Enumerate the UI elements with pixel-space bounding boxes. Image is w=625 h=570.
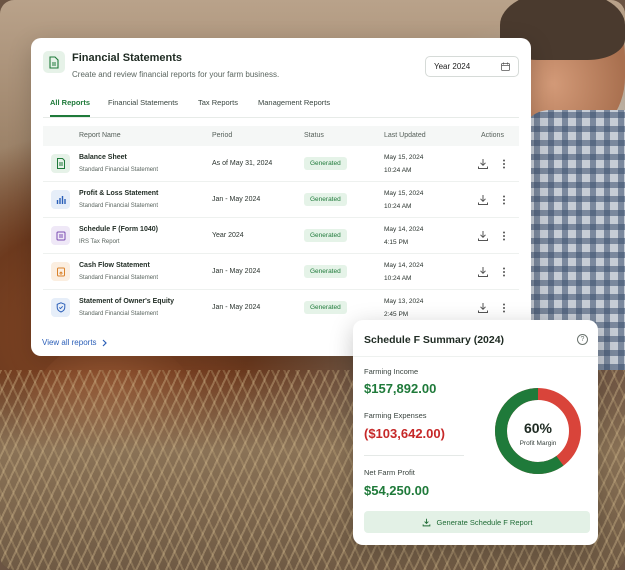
table-row[interactable]: Balance Sheet Standard Financial Stateme…: [43, 146, 519, 182]
report-type: Standard Financial Statement: [79, 203, 159, 209]
more-options-icon[interactable]: [498, 302, 510, 314]
report-type: IRS Tax Report: [79, 239, 120, 245]
status-badge: Generated: [304, 301, 347, 314]
farming-expenses-label: Farming Expenses: [364, 411, 427, 420]
page-subtitle: Create and review financial reports for …: [72, 70, 280, 79]
download-icon[interactable]: [477, 266, 489, 278]
updated-date: May 14, 2024: [384, 262, 424, 269]
report-period: Jan - May 2024: [212, 304, 261, 311]
tab-all-reports[interactable]: All Reports: [50, 98, 91, 117]
farming-expenses-value: ($103,642.00): [364, 426, 445, 441]
report-name: Statement of Owner's Equity: [79, 298, 175, 305]
updated-date: May 15, 2024: [384, 190, 424, 197]
col-actions: Actions: [481, 132, 504, 139]
financial-statements-card: Financial Statements Create and review f…: [31, 38, 531, 356]
schedule-f-title: Schedule F Summary (2024): [364, 334, 505, 346]
col-last-updated: Last Updated: [384, 132, 426, 139]
table-row[interactable]: Schedule F (Form 1040) IRS Tax Report Ye…: [43, 218, 519, 254]
download-icon[interactable]: [477, 302, 489, 314]
report-name: Schedule F (Form 1040): [79, 226, 158, 233]
bar-chart-icon: [51, 190, 70, 209]
table-header: Report Name Period Status Last Updated A…: [43, 126, 519, 146]
status-badge: Generated: [304, 229, 347, 242]
tab-management-reports[interactable]: Management Reports: [258, 98, 330, 115]
updated-time: 10:24 AM: [384, 203, 412, 210]
updated-date: May 15, 2024: [384, 154, 424, 161]
updated-time: 10:24 AM: [384, 167, 412, 174]
tab-tax-reports[interactable]: Tax Reports: [198, 98, 238, 115]
updated-date: May 14, 2024: [384, 226, 424, 233]
view-all-label: View all reports: [42, 338, 97, 347]
sheet-icon: [51, 154, 70, 173]
net-farm-profit-label: Net Farm Profit: [364, 468, 415, 477]
updated-date: May 13, 2024: [384, 298, 424, 305]
report-period: Jan - May 2024: [212, 196, 261, 203]
report-period: Jan - May 2024: [212, 268, 261, 275]
document-icon: [43, 51, 65, 73]
col-report-name: Report Name: [79, 132, 121, 139]
year-select-value: Year 2024: [434, 62, 471, 71]
col-status: Status: [304, 132, 324, 139]
report-type: Standard Financial Statement: [79, 311, 159, 317]
tab-financial-statements[interactable]: Financial Statements: [108, 98, 178, 115]
download-icon[interactable]: [477, 194, 489, 206]
report-type: Standard Financial Statement: [79, 167, 159, 173]
chevron-right-icon: [102, 339, 107, 346]
question-circle-icon[interactable]: ?: [577, 334, 588, 345]
status-badge: Generated: [304, 265, 347, 278]
farming-income-value: $157,892.00: [364, 381, 437, 396]
updated-time: 2:45 PM: [384, 311, 409, 318]
shield-check-icon: [51, 298, 70, 317]
more-options-icon[interactable]: [498, 230, 510, 242]
farming-income-label: Farming Income: [364, 367, 419, 376]
generate-button-label: Generate Schedule F Report: [436, 517, 533, 527]
report-period: Year 2024: [212, 232, 244, 239]
net-farm-profit-value: $54,250.00: [364, 483, 430, 498]
report-name: Profit & Loss Statement: [79, 190, 159, 197]
updated-time: 10:24 AM: [384, 275, 412, 282]
report-period: As of May 31, 2024: [212, 160, 273, 167]
download-icon[interactable]: [477, 158, 489, 170]
view-all-reports-link[interactable]: View all reports: [42, 338, 108, 347]
profit-margin-label: Profit Margin: [520, 440, 557, 447]
col-period: Period: [212, 132, 233, 139]
divider: [353, 356, 598, 357]
profit-margin-donut: 60% Profit Margin: [495, 388, 581, 474]
cash-flow-icon: [51, 262, 70, 281]
form-icon: [51, 226, 70, 245]
more-options-icon[interactable]: [498, 194, 510, 206]
more-options-icon[interactable]: [498, 158, 510, 170]
year-select[interactable]: Year 2024: [425, 56, 519, 77]
table-row[interactable]: Profit & Loss Statement Standard Financi…: [43, 182, 519, 218]
download-icon: [422, 518, 430, 526]
more-options-icon[interactable]: [498, 266, 510, 278]
updated-time: 4:15 PM: [384, 239, 409, 246]
page-title: Financial Statements: [72, 52, 183, 64]
download-icon[interactable]: [477, 230, 489, 242]
profit-margin-value: 60%: [524, 420, 553, 436]
status-badge: Generated: [304, 193, 347, 206]
report-type: Standard Financial Statement: [79, 275, 159, 281]
schedule-f-summary-card: Schedule F Summary (2024) ? Farming Inco…: [353, 320, 598, 545]
report-name: Cash Flow Statement: [79, 262, 150, 269]
generate-schedule-f-button[interactable]: Generate Schedule F Report: [364, 511, 590, 533]
calendar-icon: [501, 62, 510, 71]
table-row[interactable]: Cash Flow Statement Standard Financial S…: [43, 254, 519, 290]
status-badge: Generated: [304, 157, 347, 170]
report-name: Balance Sheet: [79, 154, 127, 161]
divider: [364, 455, 464, 456]
report-tabs: All Reports Financial Statements Tax Rep…: [43, 96, 519, 118]
